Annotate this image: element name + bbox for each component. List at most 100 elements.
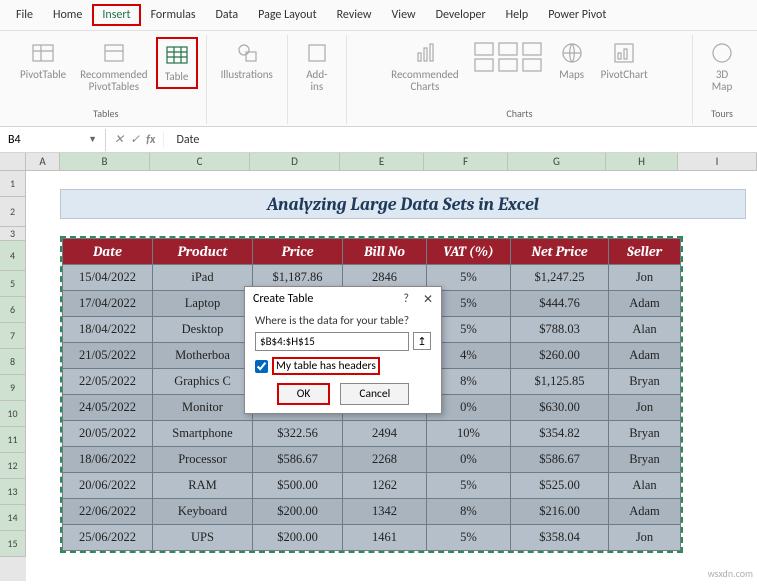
cell[interactable]: iPad (153, 265, 253, 291)
cell[interactable]: 2494 (343, 421, 427, 447)
cell[interactable]: Alan (609, 473, 681, 499)
cell[interactable]: $1,125.85 (511, 369, 609, 395)
cancel-icon[interactable]: ✕ (114, 132, 124, 147)
cell[interactable]: $358.04 (511, 525, 609, 551)
cell[interactable]: 18/06/2022 (63, 447, 153, 473)
ok-button[interactable]: OK (277, 383, 331, 405)
formula-value[interactable]: Date (164, 133, 211, 147)
row-8[interactable]: 8 (0, 349, 26, 375)
cell[interactable]: $444.76 (511, 291, 609, 317)
cell[interactable]: Adam (609, 291, 681, 317)
cell[interactable]: Monitor (153, 395, 253, 421)
cell[interactable]: 1461 (343, 525, 427, 551)
cell[interactable]: Adam (609, 343, 681, 369)
col-D[interactable]: D (250, 153, 340, 170)
menu-developer[interactable]: Developer (426, 4, 496, 26)
accept-icon[interactable]: ✓ (130, 132, 140, 147)
header-billno[interactable]: Bill No (343, 239, 427, 265)
cell[interactable]: $630.00 (511, 395, 609, 421)
row-3[interactable]: 3 (0, 227, 26, 241)
cell[interactable]: 5% (427, 525, 511, 551)
cell[interactable]: Keyboard (153, 499, 253, 525)
table-button[interactable]: Table (156, 37, 198, 89)
cell[interactable]: Motherboa (153, 343, 253, 369)
row-1[interactable]: 1 (0, 171, 26, 197)
cell[interactable]: $216.00 (511, 499, 609, 525)
cell[interactable]: Bryan (609, 421, 681, 447)
row-12[interactable]: 12 (0, 453, 26, 479)
col-B[interactable]: B (60, 153, 150, 170)
col-E[interactable]: E (340, 153, 424, 170)
cell[interactable]: 18/04/2022 (63, 317, 153, 343)
menu-help[interactable]: Help (496, 4, 539, 26)
cell[interactable]: 25/06/2022 (63, 525, 153, 551)
headers-checkbox-label[interactable]: My table has headers (272, 357, 380, 375)
menu-review[interactable]: Review (327, 4, 382, 26)
headers-checkbox[interactable] (255, 360, 268, 373)
cell[interactable]: Jon (609, 395, 681, 421)
cell[interactable]: $525.00 (511, 473, 609, 499)
row-7[interactable]: 7 (0, 323, 26, 349)
cell[interactable]: $200.00 (253, 499, 343, 525)
illustrations-button[interactable]: Illustrations (215, 37, 279, 85)
header-netprice[interactable]: Net Price (511, 239, 609, 265)
menu-home[interactable]: Home (43, 4, 92, 26)
3dmap-button[interactable]: 3DMap (701, 37, 743, 97)
menu-view[interactable]: View (382, 4, 426, 26)
title-cell[interactable]: Analyzing Large Data Sets in Excel (60, 189, 746, 219)
cell[interactable]: 24/05/2022 (63, 395, 153, 421)
range-input[interactable] (255, 332, 409, 351)
fx-icon[interactable]: fx (146, 133, 155, 147)
header-date[interactable]: Date (63, 239, 153, 265)
row-9[interactable]: 9 (0, 375, 26, 401)
row-6[interactable]: 6 (0, 297, 26, 323)
cell[interactable]: Jon (609, 525, 681, 551)
cell[interactable]: $586.67 (253, 447, 343, 473)
cell[interactable]: 15/04/2022 (63, 265, 153, 291)
maps-button[interactable]: Maps (551, 37, 593, 85)
header-product[interactable]: Product (153, 239, 253, 265)
cell[interactable]: 0% (427, 447, 511, 473)
row-4[interactable]: 4 (0, 241, 26, 271)
cell[interactable]: Bryan (609, 369, 681, 395)
row-15[interactable]: 15 (0, 531, 26, 557)
cell[interactable]: Smartphone (153, 421, 253, 447)
name-box[interactable]: B4 ▼ (0, 129, 106, 151)
header-seller[interactable]: Seller (609, 239, 681, 265)
menu-pagelayout[interactable]: Page Layout (248, 4, 326, 26)
cell[interactable]: $788.03 (511, 317, 609, 343)
cell[interactable]: 5% (427, 473, 511, 499)
cell[interactable]: Processor (153, 447, 253, 473)
cell[interactable]: 20/05/2022 (63, 421, 153, 447)
cell[interactable]: 22/05/2022 (63, 369, 153, 395)
col-G[interactable]: G (508, 153, 606, 170)
cell[interactable]: 17/04/2022 (63, 291, 153, 317)
menu-file[interactable]: File (6, 4, 43, 26)
help-icon[interactable]: ? (403, 292, 409, 307)
cancel-button[interactable]: Cancel (340, 383, 409, 405)
menu-insert[interactable]: Insert (92, 4, 140, 26)
pivotchart-button[interactable]: PivotChart (595, 37, 654, 85)
cell[interactable]: Desktop (153, 317, 253, 343)
cell[interactable]: 1262 (343, 473, 427, 499)
col-I[interactable]: I (678, 153, 757, 170)
cell[interactable]: UPS (153, 525, 253, 551)
dialog-titlebar[interactable]: Create Table ? ✕ (245, 287, 441, 310)
cell[interactable]: Bryan (609, 447, 681, 473)
cell[interactable]: 21/05/2022 (63, 343, 153, 369)
cell[interactable]: 1342 (343, 499, 427, 525)
cell[interactable]: 10% (427, 421, 511, 447)
cell[interactable]: $322.56 (253, 421, 343, 447)
chart-gallery-button[interactable] (467, 37, 549, 93)
cell[interactable]: $500.00 (253, 473, 343, 499)
menu-data[interactable]: Data (206, 4, 249, 26)
row-11[interactable]: 11 (0, 427, 26, 453)
pivottable-button[interactable]: PivotTable (14, 37, 72, 85)
col-F[interactable]: F (424, 153, 508, 170)
row-13[interactable]: 13 (0, 479, 26, 505)
cell[interactable]: $260.00 (511, 343, 609, 369)
cell[interactable]: Graphics C (153, 369, 253, 395)
close-icon[interactable]: ✕ (423, 292, 433, 307)
row-10[interactable]: 10 (0, 401, 26, 427)
recommended-pivottables-button[interactable]: RecommendedPivotTables (74, 37, 153, 97)
